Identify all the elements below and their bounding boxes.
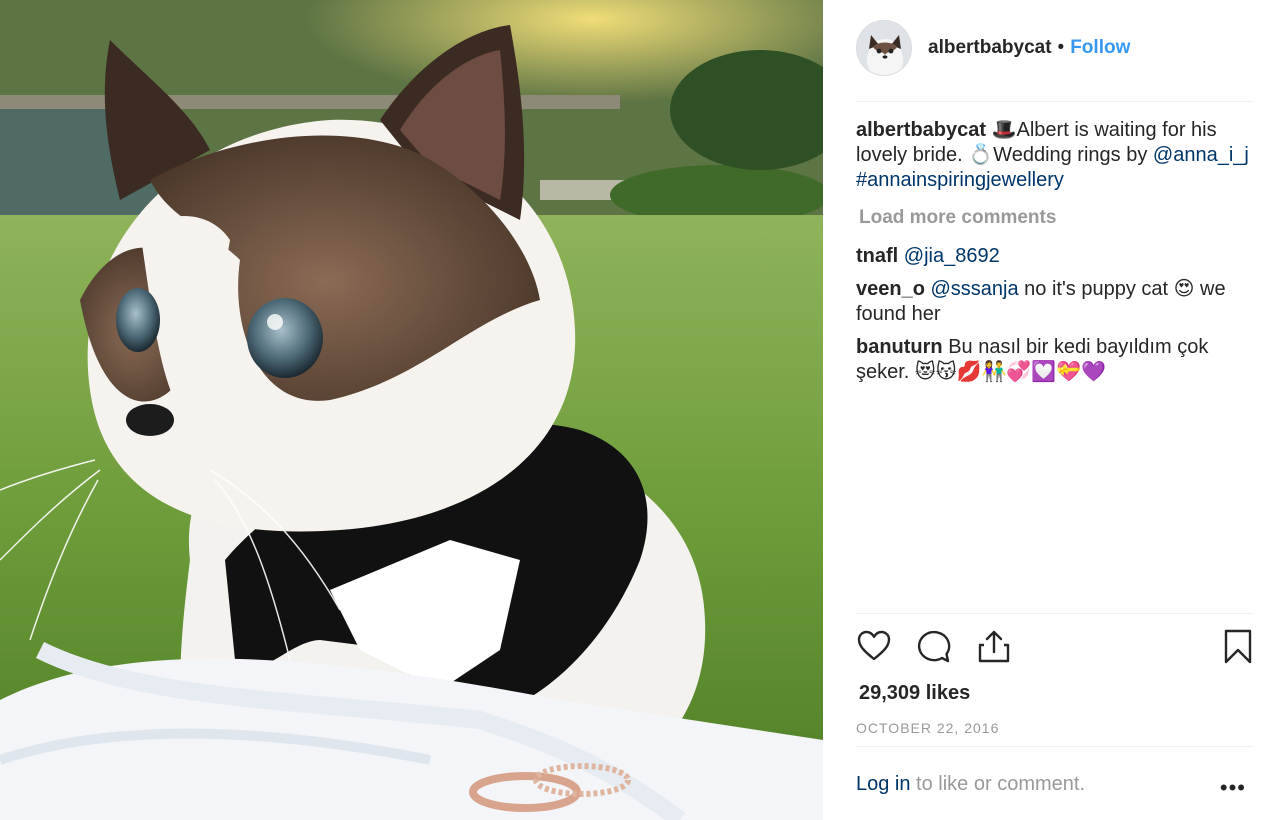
post-photo[interactable] [0, 0, 823, 820]
post-footer: Log in to like or comment. ••• [856, 773, 1256, 800]
more-options-icon[interactable]: ••• [1220, 775, 1246, 801]
comment-mention[interactable]: @jia_8692 [904, 245, 1000, 267]
login-link[interactable]: Log in [856, 773, 911, 795]
comments-list: albertbabycat 🎩Albert is waiting for his… [856, 118, 1256, 393]
comment-mention[interactable]: @sssanja [931, 278, 1019, 300]
header-separator: • [1057, 37, 1065, 58]
comment-button[interactable] [916, 628, 956, 668]
comment-item: banuturn Bu nasıl bir kedi bayıldım çok … [856, 335, 1256, 385]
avatar-cat-icon [857, 21, 911, 75]
heart-icon [857, 630, 891, 661]
footer-divider [856, 746, 1253, 747]
likes-count[interactable]: 29,309 likes [859, 682, 970, 705]
post-photo-illustration [0, 0, 823, 820]
caption: albertbabycat 🎩Albert is waiting for his… [856, 118, 1256, 193]
caption-hashtag[interactable]: #annainspiringjewellery [856, 169, 1064, 191]
avatar[interactable] [856, 20, 912, 76]
bookmark-icon [1224, 629, 1252, 664]
post-date[interactable]: OCTOBER 22, 2016 [856, 720, 999, 736]
comment-username[interactable]: banuturn [856, 336, 943, 358]
load-more-comments-button[interactable]: Load more comments [859, 205, 1256, 230]
like-button[interactable] [856, 628, 896, 668]
comment-item: veen_o @sssanja no it's puppy cat 😍 we f… [856, 277, 1256, 327]
share-button[interactable] [976, 628, 1016, 668]
header-username[interactable]: albertbabycat [928, 37, 1052, 59]
action-bar [856, 628, 1256, 670]
save-button[interactable] [1220, 628, 1260, 668]
follow-button[interactable]: Follow [1070, 37, 1130, 59]
share-icon [978, 630, 1010, 663]
caption-mention[interactable]: @anna_i_j [1153, 144, 1249, 166]
header-divider [856, 101, 1253, 102]
post-header: albertbabycat • Follow [856, 20, 1130, 76]
comment-item: tnafl @jia_8692 [856, 244, 1256, 269]
login-prompt-text: to like or comment. [910, 773, 1086, 795]
comment-username[interactable]: veen_o [856, 278, 925, 300]
comment-username[interactable]: tnafl [856, 245, 898, 267]
actions-divider [856, 613, 1253, 614]
comment-icon [917, 630, 951, 663]
caption-username[interactable]: albertbabycat [856, 119, 986, 141]
post-side-panel: albertbabycat • Follow albertbabycat 🎩Al… [823, 0, 1280, 820]
